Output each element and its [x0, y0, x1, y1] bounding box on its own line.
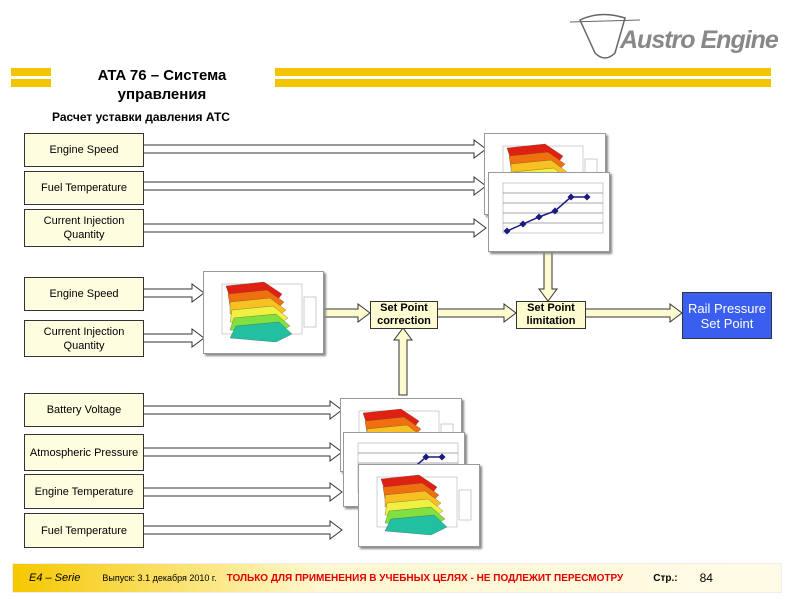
footer-series: E4 – Serie — [29, 572, 81, 584]
input-engine-speed-2: Engine Speed — [24, 277, 144, 311]
input-fuel-temperature: Fuel Temperature — [24, 171, 144, 205]
input-engine-temperature: Engine Temperature — [24, 474, 144, 509]
set-point-limitation: Set Point limitation — [516, 301, 586, 329]
footer: E4 – Serie Выпуск: 3.1 декабря 2010 г. Т… — [12, 563, 782, 593]
footer-page-label: Стр.: — [653, 572, 678, 584]
input-fuel-temperature-2: Fuel Temperature — [24, 513, 144, 548]
footer-page-number: 84 — [699, 571, 713, 585]
input-battery-voltage: Battery Voltage — [24, 393, 144, 427]
map-chart-3d — [358, 464, 480, 547]
input-current-injection-quantity: Current Injection Quantity — [24, 209, 144, 247]
input-atmospheric-pressure: Atmospheric Pressure — [24, 434, 144, 471]
set-point-correction: Set Point correction — [370, 301, 438, 329]
input-current-injection-quantity-2: Current Injection Quantity — [24, 320, 144, 357]
footer-warning: ТОЛЬКО ДЛЯ ПРИМЕНЕНИЯ В УЧЕБНЫХ ЦЕЛЯХ - … — [226, 572, 624, 584]
curve-chart-2d — [488, 172, 610, 252]
map-chart-3d — [203, 271, 324, 354]
footer-issue: Выпуск: 3.1 декабря 2010 г. — [102, 573, 217, 583]
input-engine-speed: Engine Speed — [24, 133, 144, 167]
rail-pressure-set-point: Rail Pressure Set Point — [682, 292, 772, 339]
